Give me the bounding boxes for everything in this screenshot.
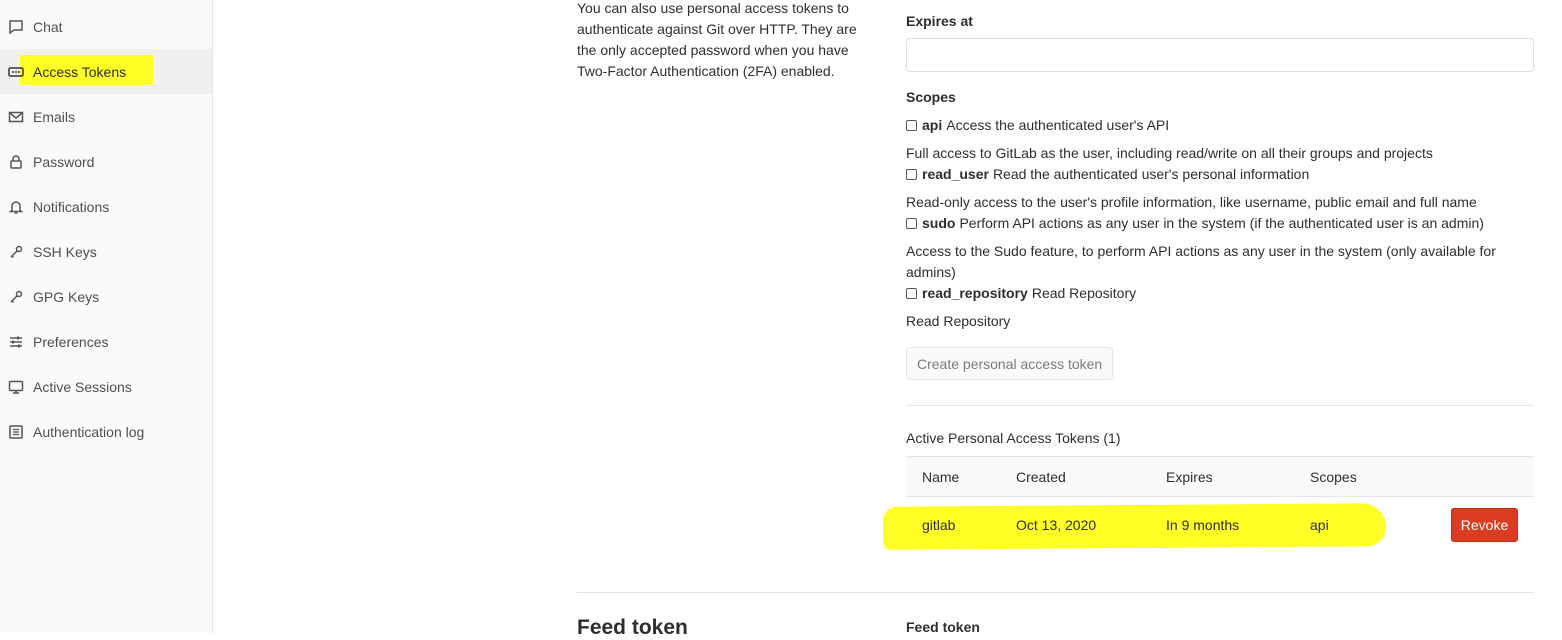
column-header-expires: Expires [1166,469,1213,485]
sidebar-item-ssh-keys[interactable]: SSH Keys [0,229,212,274]
intro-description: You can also use personal access tokens … [577,0,877,82]
scope-help: Full access to GitLab as the user, inclu… [906,145,1433,161]
sidebar-item-label: Password [33,153,95,170]
token-icon [8,64,24,80]
sliders-icon [8,334,24,350]
scope-name: read_user [922,166,989,182]
key-icon [8,244,24,260]
chat-icon [8,19,24,35]
scope-checkbox[interactable] [906,168,917,180]
sidebar-item-label: SSH Keys [33,243,97,260]
scope-name: sudo [922,215,956,231]
sidebar-item-label: Authentication log [33,423,145,440]
divider [906,405,1534,406]
sidebar-item-label: Chat [33,18,63,35]
scope-desc: Read the authenticated user's personal i… [992,166,1310,182]
sidebar: Chat Access Tokens Emails Password Notif… [0,0,213,633]
scope-read-user[interactable]: read_user Read the authenticated user's … [906,166,1309,182]
scope-checkbox[interactable] [906,287,917,299]
scope-read-repository[interactable]: read_repository Read Repository [906,285,1136,301]
feed-token-title: Feed token [577,616,688,639]
sidebar-item-label: Active Sessions [33,378,132,395]
sidebar-item-authentication-log[interactable]: Authentication log [0,409,212,454]
scope-name: read_repository [922,285,1028,301]
scope-desc: Access the authenticated user's API [946,117,1170,133]
expires-label: Expires at [906,13,973,29]
scope-help: Access to the Sudo feature, to perform A… [906,243,1496,280]
create-token-button[interactable]: Create personal access token [906,347,1114,380]
sidebar-item-notifications[interactable]: Notifications [0,184,212,229]
mail-icon [8,109,24,125]
scope-checkbox[interactable] [906,119,917,131]
token-scopes: api [1310,517,1329,533]
sidebar-item-access-tokens[interactable]: Access Tokens [0,49,212,94]
sidebar-item-label: Preferences [33,333,109,350]
column-header-name: Name [922,469,960,485]
sidebar-item-preferences[interactable]: Preferences [0,319,212,364]
column-header-created: Created [1016,469,1066,485]
scope-desc: Perform API actions as any user in the s… [959,215,1484,231]
sidebar-item-emails[interactable]: Emails [0,94,212,139]
column-header-scopes: Scopes [1310,469,1357,485]
scope-desc: Read Repository [1031,285,1137,301]
section-divider [577,592,1534,593]
scope-sudo[interactable]: sudo Perform API actions as any user in … [906,215,1484,231]
key-icon [8,289,24,305]
expires-at-input[interactable] [906,38,1534,72]
sidebar-item-active-sessions[interactable]: Active Sessions [0,364,212,409]
bell-icon [8,199,24,215]
scope-checkbox[interactable] [906,217,917,229]
sidebar-item-password[interactable]: Password [0,139,212,184]
sidebar-item-chat[interactable]: Chat [0,4,212,49]
token-created: Oct 13, 2020 [1016,517,1097,533]
sidebar-item-label: Notifications [33,198,110,215]
scope-help: Read-only access to the user's profile i… [906,194,1477,210]
scope-api[interactable]: api Access the authenticated user's API [906,117,1169,133]
scopes-label: Scopes [906,89,956,105]
log-icon [8,424,24,440]
token-name: gitlab [922,517,956,533]
tokens-table-header: Name Created Expires Scopes [906,456,1534,497]
monitor-icon [8,379,24,395]
scope-name: api [922,117,943,133]
intro-text: You can also use personal access tokens … [577,0,857,79]
sidebar-item-label: Emails [33,108,76,125]
token-expires: In 9 months [1166,517,1240,533]
sidebar-item-label: Access Tokens [33,63,127,80]
lock-icon [8,154,24,170]
scope-help: Read Repository [906,313,1011,329]
active-tokens-title: Active Personal Access Tokens (1) [906,430,1121,446]
revoke-button[interactable]: Revoke [1451,508,1518,542]
sidebar-item-gpg-keys[interactable]: GPG Keys [0,274,212,319]
sidebar-item-label: GPG Keys [33,288,100,305]
